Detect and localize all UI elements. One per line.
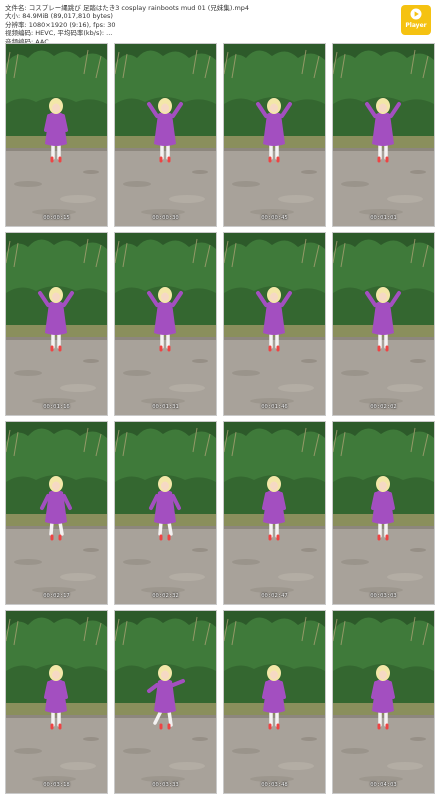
frame-timestamp: 00:03:48	[261, 782, 288, 788]
video-thumbnail[interactable]: 00:00:45	[223, 43, 326, 227]
video-thumbnail[interactable]: 00:02:47	[223, 421, 326, 605]
video-thumbnail[interactable]: 00:03:18	[5, 610, 108, 794]
frame-timestamp: 00:03:33	[152, 782, 179, 788]
thumbnail-image	[224, 422, 325, 604]
frame-timestamp: 00:02:47	[261, 593, 288, 599]
video-thumbnail[interactable]: 00:00:30	[114, 43, 217, 227]
thumbnail-image	[6, 422, 107, 604]
frame-timestamp: 00:03:03	[370, 593, 397, 599]
video-thumbnail[interactable]: 00:01:31	[114, 232, 217, 416]
resolution-text: 分辨率: 1080×1920 (9:16), fps: 30	[5, 20, 116, 29]
frame-timestamp: 00:02:32	[152, 593, 179, 599]
video-thumbnail[interactable]: 00:03:48	[223, 610, 326, 794]
video-codec-text: 视频编码: HEVC, 平均码率(kb/s): ...	[5, 29, 113, 38]
thumbnail-image	[224, 44, 325, 226]
thumbnail-image	[333, 44, 434, 226]
video-thumbnail[interactable]: 00:01:16	[5, 232, 108, 416]
frame-timestamp: 00:03:18	[43, 782, 70, 788]
frame-timestamp: 00:00:30	[152, 215, 179, 221]
player-label: Player	[405, 22, 427, 29]
frame-timestamp: 00:02:17	[43, 593, 70, 599]
player-button[interactable]: Player	[401, 5, 431, 35]
frame-timestamp: 00:04:03	[370, 782, 397, 788]
thumbnail-image	[6, 233, 107, 415]
thumbnail-image	[115, 233, 216, 415]
file-name-text: 文件名: コスプレー縄跳び 足踏はたき3 cosplay rainboots m…	[5, 4, 250, 12]
frame-timestamp: 00:00:45	[261, 215, 288, 221]
frame-timestamp: 00:01:46	[261, 404, 288, 410]
video-thumbnail[interactable]: 00:00:15	[5, 43, 108, 227]
video-thumbnail[interactable]: 00:01:46	[223, 232, 326, 416]
video-thumbnail[interactable]: 00:03:03	[332, 421, 435, 605]
thumbnail-image	[333, 233, 434, 415]
file-size-text: 大小: 84.9MiB (89,017,810 bytes)	[5, 12, 113, 21]
frame-timestamp: 00:01:31	[152, 404, 179, 410]
thumbnail-image	[224, 611, 325, 793]
thumbnail-image	[6, 44, 107, 226]
frame-timestamp: 00:01:16	[43, 404, 70, 410]
frame-timestamp: 00:00:15	[43, 215, 70, 221]
frame-timestamp: 00:01:01	[370, 215, 397, 221]
frame-timestamp: 00:02:02	[370, 404, 397, 410]
thumbnail-image	[224, 233, 325, 415]
thumbnail-image	[333, 611, 434, 793]
video-thumbnail[interactable]: 00:02:17	[5, 421, 108, 605]
video-thumbnail[interactable]: 00:02:02	[332, 232, 435, 416]
thumbnail-image	[6, 611, 107, 793]
video-thumbnail[interactable]: 00:02:32	[114, 421, 217, 605]
video-thumbnail[interactable]: 00:04:03	[332, 610, 435, 794]
video-thumbnail[interactable]: 00:03:33	[114, 610, 217, 794]
thumbnail-image	[115, 422, 216, 604]
video-thumbnail[interactable]: 00:01:01	[332, 43, 435, 227]
thumbnail-image	[115, 611, 216, 793]
thumbnail-image	[115, 44, 216, 226]
play-icon	[410, 8, 422, 20]
thumbnail-image	[333, 422, 434, 604]
